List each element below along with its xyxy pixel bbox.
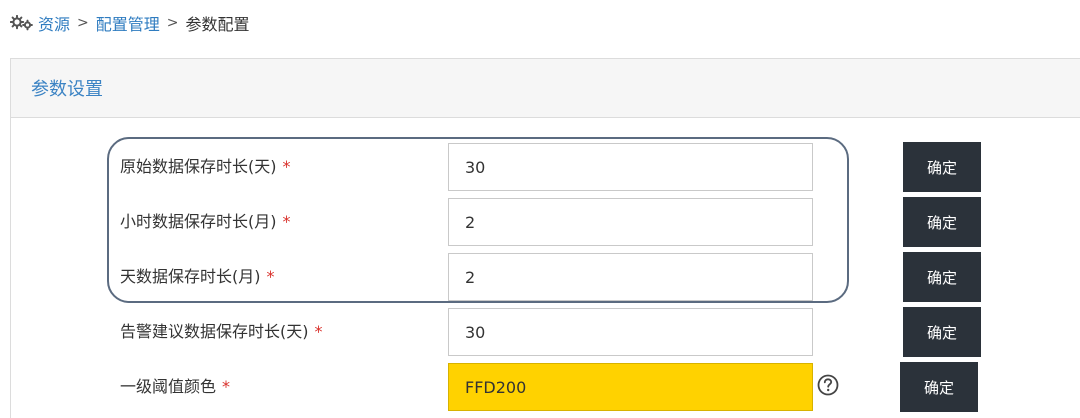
setting-row-raw-retention: 原始数据保存时长(天) * 确定 bbox=[0, 142, 1080, 192]
hourly-retention-input[interactable] bbox=[448, 198, 813, 246]
hourly-retention-confirm-button[interactable]: 确定 bbox=[903, 197, 981, 247]
required-asterisk: * bbox=[282, 212, 291, 231]
level1-color-confirm-button[interactable]: 确定 bbox=[900, 362, 978, 412]
setting-row-alarm-retention: 告警建议数据保存时长(天) * 确定 bbox=[0, 307, 1080, 357]
alarm-retention-input[interactable] bbox=[448, 308, 813, 356]
daily-retention-input[interactable] bbox=[448, 253, 813, 301]
breadcrumb-resources-link[interactable]: 资源 bbox=[38, 11, 70, 35]
panel-header: 参数设置 bbox=[11, 59, 1080, 118]
raw-retention-label-text: 原始数据保存时长(天) bbox=[120, 157, 277, 176]
daily-retention-label: 天数据保存时长(月) * bbox=[120, 252, 275, 302]
question-circle-icon[interactable] bbox=[817, 374, 839, 396]
level1-color-label: 一级阈值颜色 * bbox=[120, 362, 230, 412]
required-asterisk: * bbox=[314, 322, 323, 341]
panel-title: 参数设置 bbox=[31, 79, 103, 100]
hourly-retention-label-text: 小时数据保存时长(月) bbox=[120, 212, 277, 231]
required-asterisk: * bbox=[282, 157, 291, 176]
level1-color-input[interactable] bbox=[448, 363, 813, 411]
daily-retention-label-text: 天数据保存时长(月) bbox=[120, 267, 261, 286]
required-asterisk: * bbox=[266, 267, 275, 286]
required-asterisk: * bbox=[222, 377, 231, 396]
breadcrumb-config-management-link[interactable]: 配置管理 bbox=[96, 11, 160, 35]
breadcrumb-separator: > bbox=[166, 15, 179, 31]
alarm-retention-label-text: 告警建议数据保存时长(天) bbox=[120, 322, 309, 341]
setting-row-level1-color: 一级阈值颜色 * 确定 bbox=[0, 362, 1080, 412]
setting-row-hourly-retention: 小时数据保存时长(月) * 确定 bbox=[0, 197, 1080, 247]
breadcrumb: 资源 > 配置管理 > 参数配置 bbox=[10, 10, 250, 36]
alarm-retention-confirm-button[interactable]: 确定 bbox=[903, 307, 981, 357]
hourly-retention-label: 小时数据保存时长(月) * bbox=[120, 197, 291, 247]
breadcrumb-current-page: 参数配置 bbox=[185, 15, 250, 34]
alarm-retention-label: 告警建议数据保存时长(天) * bbox=[120, 307, 323, 357]
gears-icon bbox=[10, 15, 33, 31]
setting-row-daily-retention: 天数据保存时长(月) * 确定 bbox=[0, 252, 1080, 302]
raw-retention-label: 原始数据保存时长(天) * bbox=[120, 142, 291, 192]
raw-retention-confirm-button[interactable]: 确定 bbox=[903, 142, 981, 192]
breadcrumb-separator: > bbox=[77, 15, 89, 31]
level1-color-label-text: 一级阈值颜色 bbox=[120, 377, 217, 396]
daily-retention-confirm-button[interactable]: 确定 bbox=[903, 252, 981, 302]
raw-retention-input[interactable] bbox=[448, 143, 813, 191]
